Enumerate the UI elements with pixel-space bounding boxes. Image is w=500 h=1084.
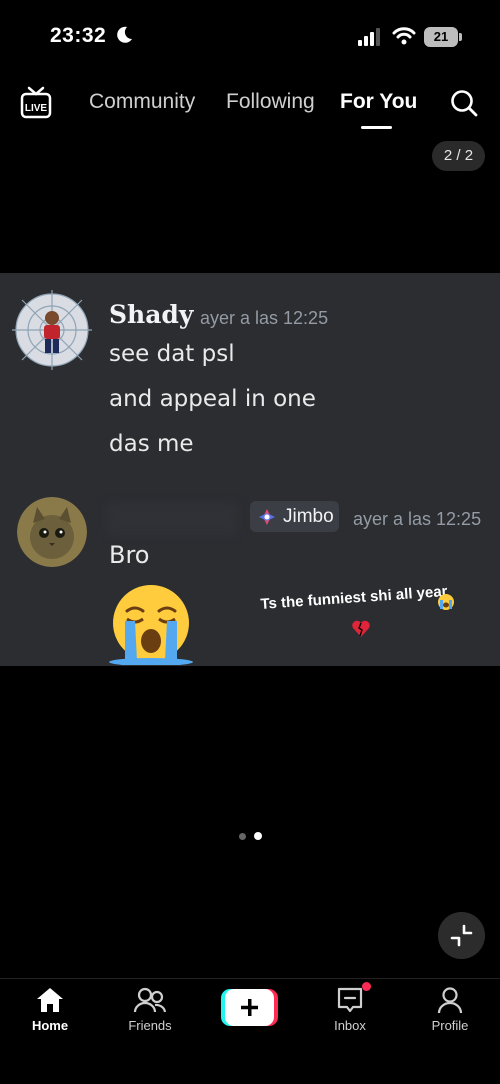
blurred-username [107,503,237,535]
message-line: see dat psl [109,341,235,367]
create-button[interactable] [221,989,278,1026]
tab-for-you[interactable]: For You [340,90,417,114]
message-line: and appeal in one [109,386,316,412]
nav-inbox-label: Inbox [334,1018,366,1033]
message-timestamp: ayer a las 12:25 [353,509,482,529]
status-time: 23:32 [50,24,107,47]
crying-face-emoji-icon [109,585,193,665]
tab-community[interactable]: Community [89,90,195,114]
bottom-nav-divider [0,978,500,979]
message-line: das me [109,431,194,457]
crying-face-icon [438,594,454,610]
cat-avatar [17,497,87,567]
moon-icon [117,26,132,43]
battery-nub [459,33,462,41]
shady-avatar [12,290,92,370]
message-timestamp: ayer a las 12:25 [200,308,329,328]
inbox-icon [337,987,363,1013]
search-icon[interactable] [450,89,478,117]
nav-inbox[interactable]: Inbox [310,986,390,1033]
wifi-icon [392,27,416,45]
broken-heart-icon [352,620,370,637]
collapse-icon[interactable] [438,912,485,959]
nav-home[interactable]: Home [10,986,90,1033]
nav-friends[interactable]: Friends [110,986,190,1033]
message-author: Shady [109,300,194,329]
profile-icon [437,987,463,1014]
photo-counter: 2 / 2 [432,141,485,171]
nav-home-label: Home [31,1018,69,1033]
nav-friends-label: Friends [128,1018,172,1033]
friends-icon [133,987,167,1013]
svg-text:LIVE: LIVE [25,103,48,114]
tab-following[interactable]: Following [226,90,315,114]
role-tag-label: Jimbo [283,506,334,527]
live-icon[interactable]: LIVE [20,86,52,120]
active-tab-indicator [361,126,392,129]
message-line: Bro [109,541,150,569]
page-dot[interactable] [239,833,246,840]
signal-icon [358,28,380,46]
notification-badge [362,982,371,991]
page-dot-active[interactable] [254,832,262,840]
nav-profile[interactable]: Profile [410,986,490,1033]
nav-profile-label: Profile [431,1018,469,1033]
battery-indicator: 21 [424,27,458,47]
diamond-icon [259,509,275,525]
home-icon [37,988,63,1012]
